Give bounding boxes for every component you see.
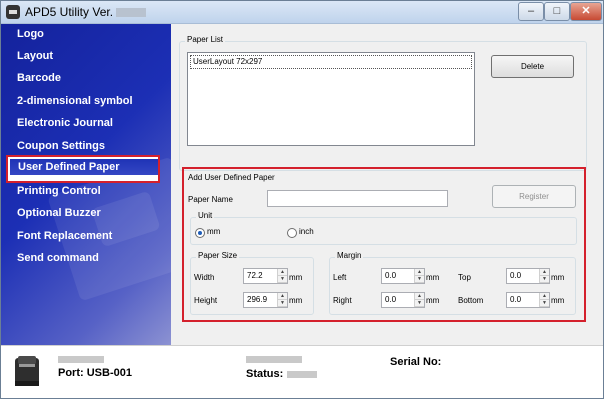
register-button[interactable]: Register: [492, 185, 576, 208]
spin-up-icon[interactable]: ▲: [278, 293, 287, 300]
height-unit: mm: [289, 296, 303, 305]
status-bar: Port: USB-001 Status: Serial No:: [1, 345, 603, 398]
width-value: 72.2: [247, 271, 263, 280]
width-label: Width: [194, 273, 215, 282]
inch-radio-label: inch: [299, 227, 314, 236]
spin-up-icon[interactable]: ▲: [415, 293, 424, 300]
bottom-margin-stepper[interactable]: 0.0 ▲ ▼: [506, 292, 550, 308]
sidebar-item-electronic-journal[interactable]: Electronic Journal: [17, 117, 113, 129]
sidebar-item-layout[interactable]: Layout: [17, 50, 53, 62]
app-window: APD5 Utility Ver. – □ ✕ Logo Layout Barc…: [0, 0, 604, 399]
paper-size-group: Paper Size Width 72.2 ▲ ▼ mm Height 296.9…: [190, 251, 314, 315]
spin-down-icon[interactable]: ▼: [415, 276, 424, 283]
delete-button[interactable]: Delete: [491, 55, 574, 78]
unit-label: Unit: [196, 211, 215, 220]
sidebar-item-send-command[interactable]: Send command: [17, 252, 99, 264]
margin-group: Margin Left 0.0 ▲ ▼ mm Right 0.0 ▲ ▼ mm To…: [329, 251, 576, 315]
spin-down-icon[interactable]: ▼: [278, 300, 287, 307]
right-margin-label: Right: [333, 296, 352, 305]
spin-up-icon[interactable]: ▲: [540, 269, 549, 276]
close-button[interactable]: ✕: [570, 2, 602, 21]
printer-model-redacted: [58, 356, 104, 363]
list-item[interactable]: UserLayout 72x297: [190, 55, 472, 69]
height-stepper[interactable]: 296.9 ▲ ▼: [243, 292, 288, 308]
left-margin-stepper[interactable]: 0.0 ▲ ▼: [381, 268, 425, 284]
inch-radio[interactable]: [287, 228, 297, 238]
mm-radio[interactable]: [195, 228, 205, 238]
sidebar-item-font-replacement[interactable]: Font Replacement: [17, 230, 112, 242]
width-stepper[interactable]: 72.2 ▲ ▼: [243, 268, 288, 284]
top-margin-label: Top: [458, 273, 471, 282]
paper-list-group: Paper List UserLayout 72x297 Delete: [179, 35, 587, 171]
right-margin-stepper[interactable]: 0.0 ▲ ▼: [381, 292, 425, 308]
top-margin-stepper[interactable]: 0.0 ▲ ▼: [506, 268, 550, 284]
top-margin-value: 0.0: [510, 271, 522, 280]
version-redacted: [116, 8, 147, 18]
serial-number-label: Serial No:: [390, 356, 442, 368]
spin-up-icon[interactable]: ▲: [415, 269, 424, 276]
minimize-button[interactable]: –: [518, 2, 544, 21]
spin-down-icon[interactable]: ▼: [278, 276, 287, 283]
right-margin-value: 0.0: [385, 295, 397, 304]
unit-group: Unit mm inch: [190, 211, 577, 245]
sidebar-item-coupon-settings[interactable]: Coupon Settings: [17, 140, 105, 152]
paper-name-input[interactable]: [267, 190, 448, 207]
title-bar: APD5 Utility Ver. – □ ✕: [1, 1, 603, 24]
height-value: 296.9: [247, 295, 268, 304]
sidebar-item-user-defined-paper[interactable]: User Defined Paper: [6, 155, 160, 183]
printer-app-icon: [6, 5, 20, 19]
bottom-margin-label: Bottom: [458, 296, 484, 305]
status-label: Status:: [246, 368, 284, 380]
left-margin-unit: mm: [426, 273, 440, 282]
spin-up-icon[interactable]: ▲: [540, 293, 549, 300]
left-margin-value: 0.0: [385, 271, 397, 280]
paper-name-label: Paper Name: [188, 195, 233, 204]
sidebar-item-barcode[interactable]: Barcode: [17, 72, 61, 84]
right-margin-unit: mm: [426, 296, 440, 305]
printer-icon: [15, 356, 39, 386]
paper-size-label: Paper Size: [196, 251, 240, 260]
left-margin-label: Left: [333, 273, 347, 282]
paper-list-box[interactable]: UserLayout 72x297: [187, 52, 475, 146]
add-paper-group-label: Add User Defined Paper: [188, 173, 275, 182]
height-label: Height: [194, 296, 218, 305]
bottom-margin-value: 0.0: [510, 295, 522, 304]
add-user-defined-paper-highlight: Add User Defined Paper Paper Name Regist…: [182, 167, 586, 322]
margin-label: Margin: [335, 251, 364, 260]
sidebar-item-optional-buzzer[interactable]: Optional Buzzer: [17, 207, 101, 219]
top-margin-unit: mm: [551, 273, 565, 282]
sidebar-item-label: User Defined Paper: [10, 159, 158, 175]
bottom-margin-unit: mm: [551, 296, 565, 305]
sidebar-nav: Logo Layout Barcode 2-dimensional symbol…: [1, 24, 171, 345]
spin-down-icon[interactable]: ▼: [415, 300, 424, 307]
sidebar-item-logo[interactable]: Logo: [17, 28, 44, 40]
port-label: Port: USB-001: [58, 367, 132, 379]
status-value-redacted: [287, 371, 317, 378]
width-unit: mm: [289, 273, 303, 282]
paper-list-label: Paper List: [185, 35, 226, 44]
spin-down-icon[interactable]: ▼: [540, 300, 549, 307]
sidebar-item-2d-symbol[interactable]: 2-dimensional symbol: [17, 95, 133, 107]
sidebar-item-printing-control[interactable]: Printing Control: [17, 185, 101, 197]
window-title: APD5 Utility Ver.: [25, 5, 147, 19]
maximize-button[interactable]: □: [544, 2, 570, 21]
spin-down-icon[interactable]: ▼: [540, 276, 549, 283]
spin-up-icon[interactable]: ▲: [278, 269, 287, 276]
printer-name-redacted: [246, 356, 302, 363]
mm-radio-label: mm: [207, 227, 221, 236]
